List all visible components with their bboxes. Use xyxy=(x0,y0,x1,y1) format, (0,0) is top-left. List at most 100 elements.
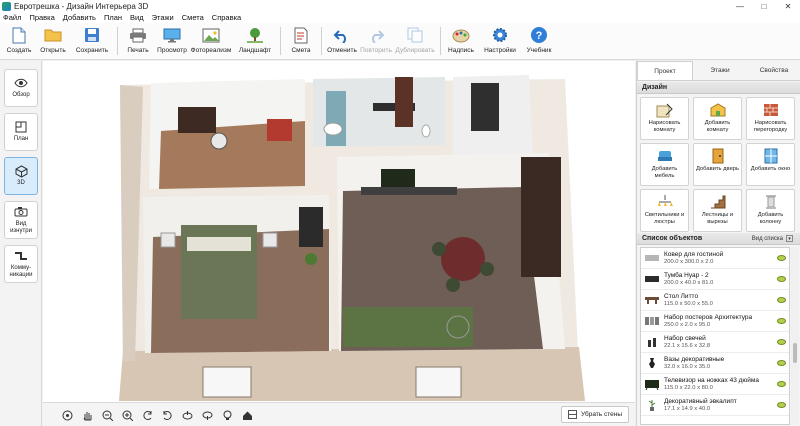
open-button[interactable]: Открыть xyxy=(36,23,70,59)
undo-icon xyxy=(332,26,352,44)
landscape-button[interactable]: Ландшафт xyxy=(233,23,277,59)
stairs-cutouts-button[interactable]: Лестницы и вырезы xyxy=(693,189,742,232)
rotate-right-icon[interactable] xyxy=(161,409,173,421)
maximize-icon[interactable]: □ xyxy=(752,0,776,12)
view-controls: Убрать стены xyxy=(43,402,635,426)
tutorial-button[interactable]: ? Учебник xyxy=(522,23,556,59)
nav-plan[interactable]: План xyxy=(4,113,38,151)
print-button[interactable]: Печать xyxy=(121,23,155,59)
window-front-right xyxy=(415,366,462,398)
dining-table xyxy=(441,237,485,281)
monitor-icon xyxy=(162,26,182,44)
save-button[interactable]: Сохранить xyxy=(70,23,114,59)
light-bulb-icon[interactable] xyxy=(221,409,233,421)
add-lights-button[interactable]: Светильники и люстры xyxy=(640,189,689,232)
tab-properties[interactable]: Свойства xyxy=(747,61,800,80)
visibility-eye-icon[interactable] xyxy=(777,276,786,282)
scrollbar-thumb[interactable] xyxy=(793,343,797,363)
redo-button[interactable]: Повторить xyxy=(359,23,393,59)
remove-walls-button[interactable]: Убрать стены xyxy=(561,406,629,423)
plan-icon xyxy=(14,121,28,133)
list-item[interactable]: Тумба Нуар - 2 200.0 x 40.0 x 81.0 xyxy=(641,269,789,290)
list-item[interactable]: Набор свечей 22.1 x 15.6 x 32.8 xyxy=(641,332,789,353)
fit-icon[interactable] xyxy=(61,409,73,421)
menu-help[interactable]: Справка xyxy=(212,13,241,22)
tab-project[interactable]: Проект xyxy=(637,61,693,80)
zoom-in-icon[interactable] xyxy=(121,409,133,421)
menu-plan[interactable]: План xyxy=(104,13,122,22)
photo-icon xyxy=(201,26,221,44)
menu-view[interactable]: Вид xyxy=(130,13,144,22)
nav-communications[interactable]: Комму-никации xyxy=(4,245,38,283)
duplicate-button[interactable]: Дублировать xyxy=(393,23,437,59)
rotate-left-icon[interactable] xyxy=(141,409,153,421)
tab-floors[interactable]: Этажи xyxy=(693,61,747,80)
tilt-down-icon[interactable] xyxy=(201,409,213,421)
menu-file[interactable]: Файл xyxy=(3,13,21,22)
nav-overview[interactable]: Обзор xyxy=(4,69,38,107)
zoom-out-icon[interactable] xyxy=(101,409,113,421)
bedroom-door xyxy=(299,207,323,247)
visibility-eye-icon[interactable] xyxy=(777,381,786,387)
list-item[interactable]: Стол Литто 115.0 x 50.0 x 55.0 xyxy=(641,290,789,311)
home-icon[interactable] xyxy=(241,409,253,421)
add-door-button[interactable]: Добавить дверь xyxy=(693,143,742,186)
visibility-eye-icon[interactable] xyxy=(777,360,786,366)
object-list-scrollbar[interactable] xyxy=(791,247,799,425)
pipes-icon xyxy=(14,250,28,262)
visibility-eye-icon[interactable] xyxy=(777,339,786,345)
menu-estimate[interactable]: Смета xyxy=(182,13,204,22)
tv-stand-icon xyxy=(644,273,660,286)
add-window-button[interactable]: Добавить окно xyxy=(746,143,795,186)
toolbar-separator xyxy=(280,27,281,55)
list-item[interactable]: Вазы декоративные 32.0 x 16.0 x 35.0 xyxy=(641,353,789,374)
eye-icon xyxy=(14,77,28,89)
draw-partition-button[interactable]: Нарисовать перегородку xyxy=(746,97,795,140)
estimate-button[interactable]: Смета xyxy=(284,23,318,59)
menu-edit[interactable]: Правка xyxy=(29,13,54,22)
tv-icon xyxy=(644,378,660,391)
bathroom-cabinet xyxy=(395,77,413,127)
armchair-icon xyxy=(656,147,674,164)
list-item[interactable]: Ковер для гостиной 200.0 x 300.0 x 2.0 xyxy=(641,248,789,269)
add-column-button[interactable]: Добавить колонну xyxy=(746,189,795,232)
dining-chair-3 xyxy=(446,278,460,292)
menu-add[interactable]: Добавить xyxy=(63,13,96,22)
window-title: Евротрешка - Дизайн Интерьера 3D xyxy=(14,1,149,11)
settings-button[interactable]: Настройки xyxy=(478,23,522,59)
document-icon xyxy=(291,26,311,44)
list-item[interactable]: Телевизор на ножках 43 дюйма 115.0 x 22.0… xyxy=(641,374,789,395)
add-room-button[interactable]: Добавить комнату xyxy=(693,97,742,140)
pan-hand-icon[interactable] xyxy=(81,409,93,421)
list-item[interactable]: Декоративный эвкалипт 17.1 x 14.9 x 40.0 xyxy=(641,395,789,416)
add-furniture-button[interactable]: Добавить мебель xyxy=(640,143,689,186)
floor-plan-3d[interactable] xyxy=(43,61,635,402)
draw-room-button[interactable]: Нарисовать комнату xyxy=(640,97,689,140)
undo-button[interactable]: Отменить xyxy=(325,23,359,59)
list-item[interactable]: Набор постеров Архитектура 250.0 x 2.0 x … xyxy=(641,311,789,332)
design-section-title: Дизайн xyxy=(637,82,800,94)
visibility-eye-icon[interactable] xyxy=(777,318,786,324)
create-button[interactable]: Создать xyxy=(2,23,36,59)
kitchen-cabinets xyxy=(521,157,561,277)
visibility-eye-icon[interactable] xyxy=(777,255,786,261)
menu-bar: Файл Правка Добавить План Вид Этажи Смет… xyxy=(0,12,800,23)
minimize-icon[interactable]: — xyxy=(728,0,752,12)
nav-inside-view[interactable]: Вид изнутри xyxy=(4,201,38,239)
label-button[interactable]: Надпись xyxy=(444,23,478,59)
view-list-dropdown[interactable]: Вид списка ▾ xyxy=(752,235,793,242)
tv xyxy=(381,169,415,187)
menu-floors[interactable]: Этажи xyxy=(152,13,174,22)
visibility-eye-icon[interactable] xyxy=(777,402,786,408)
tilt-up-icon[interactable] xyxy=(181,409,193,421)
nav-3d[interactable]: 3D xyxy=(4,157,38,195)
panel-tabs: Проект Этажи Свойства xyxy=(637,61,800,81)
photorealism-button[interactable]: Фотореализм xyxy=(189,23,233,59)
preview-button[interactable]: Просмотр xyxy=(155,23,189,59)
visibility-eye-icon[interactable] xyxy=(777,297,786,303)
close-icon[interactable]: ✕ xyxy=(776,0,800,12)
3d-viewport[interactable] xyxy=(43,61,635,402)
nightstand-right xyxy=(262,232,278,248)
object-list[interactable]: Ковер для гостиной 200.0 x 300.0 x 2.0 Ту… xyxy=(640,247,790,425)
walls-icon xyxy=(568,410,577,419)
